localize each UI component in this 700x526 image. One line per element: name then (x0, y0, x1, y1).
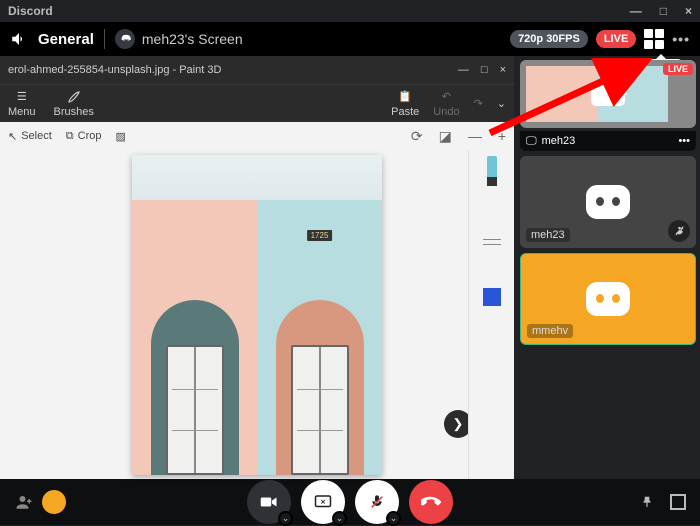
chevron-down-icon[interactable]: ⌄ (497, 97, 506, 110)
maximize-icon[interactable]: □ (660, 4, 667, 18)
more-icon[interactable]: ••• (672, 31, 690, 47)
brushes-button[interactable]: Brushes (54, 90, 94, 118)
color-swatch[interactable] (483, 288, 501, 306)
paint-close-icon[interactable]: × (500, 64, 506, 76)
paint3d-toolbar: ☰ Menu Brushes 📋 Paste ↶ Undo ↷ ⌄ (0, 84, 514, 122)
window-controls: — □ × (630, 4, 692, 18)
grid-view-button[interactable] (644, 29, 664, 49)
chevron-down-icon[interactable]: ⌄ (278, 511, 293, 526)
svg-text:×: × (321, 497, 326, 506)
select-tool[interactable]: ↖ Select (8, 130, 52, 143)
crop-icon: ⧉ (66, 130, 74, 143)
app-name: Discord (8, 4, 53, 18)
discord-icon (115, 29, 135, 49)
stream-viewport: erol-ahmed-255854-unsplash.jpg - Paint 3… (0, 56, 514, 479)
call-header: General meh23's Screen 720p 30FPS LIVE •… (0, 22, 700, 56)
menu-button[interactable]: ☰ Menu (8, 90, 36, 118)
participants-sidebar: LIVE 🖵 meh23 ••• meh23 mmehv (514, 56, 700, 479)
mute-button[interactable]: ⌄ (355, 480, 399, 524)
camera-icon (591, 82, 625, 106)
participant-more-icon[interactable]: ••• (678, 135, 690, 147)
chevron-down-icon[interactable]: ⌄ (386, 511, 401, 526)
screen-share-button[interactable]: × ⌄ (301, 480, 345, 524)
participant-stream-thumbnail[interactable]: LIVE (520, 60, 696, 128)
screen-icon: 🖵 (526, 135, 537, 148)
sliders-icon[interactable] (483, 236, 501, 248)
minimize-icon[interactable]: — (630, 4, 642, 18)
redo-icon[interactable]: ↷ (474, 97, 483, 110)
paint3d-titlebar: erol-ahmed-255854-unsplash.jpg - Paint 3… (0, 56, 514, 84)
undo-button[interactable]: ↶ Undo (433, 90, 459, 118)
call-controls-bar: ⌄ × ⌄ ⌄ (0, 479, 700, 525)
zoom-out-icon[interactable]: — (468, 128, 482, 144)
paint3d-canvas: 1725 ❯ (0, 150, 514, 479)
disconnect-button[interactable] (409, 480, 453, 524)
paint3d-file-title: erol-ahmed-255854-unsplash.jpg - Paint 3… (8, 64, 221, 76)
paint-maximize-icon[interactable]: □ (481, 64, 488, 76)
flip-icon[interactable]: ◪ (439, 128, 452, 145)
participant-label-row: 🖵 meh23 ••• (520, 131, 696, 151)
pen-tool-icon[interactable] (487, 156, 497, 186)
brushes-label: Brushes (54, 106, 94, 118)
zoom-in-icon[interactable]: + (498, 128, 506, 144)
cursor-icon: ↖ (8, 130, 17, 143)
divider (104, 29, 105, 49)
app-titlebar: Discord — □ × (0, 0, 700, 22)
close-icon[interactable]: × (685, 4, 692, 18)
paint3d-side-panel (468, 150, 514, 479)
paint3d-subtoolbar: ↖ Select ⧉ Crop ▨ ⟳ ◪ — + (0, 122, 514, 150)
crop-label: Crop (78, 130, 102, 142)
paste-button[interactable]: 📋 Paste (391, 90, 419, 118)
magic-select-icon[interactable]: ▨ (116, 130, 126, 143)
crop-tool[interactable]: ⧉ Crop (66, 130, 102, 143)
participant-name: meh23 (526, 228, 570, 242)
live-badge-small: LIVE (663, 63, 693, 75)
fullscreen-icon[interactable] (670, 494, 686, 510)
house-number-plate: 1725 (307, 230, 333, 241)
pin-icon[interactable] (640, 494, 654, 510)
select-label: Select (21, 130, 52, 142)
participant-tile-active[interactable]: mmehv (520, 253, 696, 345)
stream-owner-label: meh23's Screen (142, 31, 243, 47)
discord-avatar-icon (586, 185, 630, 219)
rotate-icon[interactable]: ⟳ (411, 128, 423, 145)
stream-source: meh23's Screen (115, 29, 243, 49)
volume-icon[interactable] (10, 30, 28, 48)
discord-avatar-icon (586, 282, 630, 316)
participant-name: meh23 (542, 135, 576, 147)
add-user-icon[interactable] (14, 493, 34, 511)
participant-tile[interactable]: meh23 (520, 156, 696, 248)
quality-badge: 720p 30FPS (510, 30, 588, 48)
muted-icon (668, 220, 690, 242)
channel-name: General (38, 31, 94, 48)
chevron-down-icon[interactable]: ⌄ (332, 511, 347, 526)
paint-minimize-icon[interactable]: — (458, 64, 469, 76)
menu-label: Menu (8, 106, 36, 118)
artboard-image: 1725 (132, 155, 382, 475)
live-badge: LIVE (596, 30, 636, 48)
undo-label: Undo (433, 106, 459, 118)
participant-name: mmehv (527, 324, 573, 338)
video-button[interactable]: ⌄ (247, 480, 291, 524)
paste-label: Paste (391, 106, 419, 118)
user-avatar[interactable] (42, 490, 66, 514)
